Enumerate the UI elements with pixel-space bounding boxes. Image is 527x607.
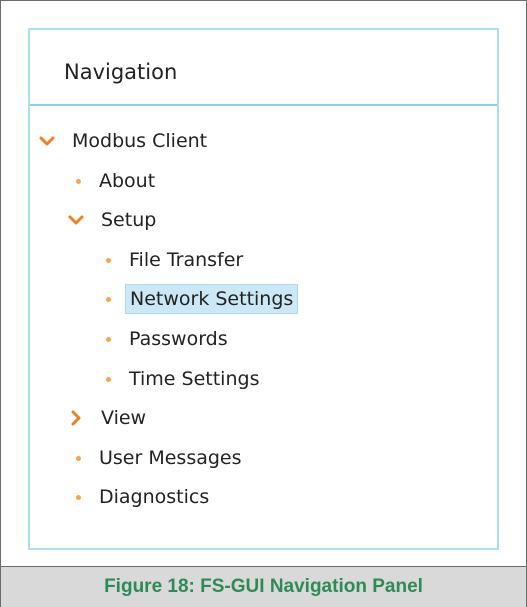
tree-item-user-messages[interactable]: User Messages [67,443,246,473]
tree-item-label: Setup [101,209,157,231]
navigation-panel: Navigation Modbus Client About Setup Fil… [28,28,499,550]
bullet-icon [106,296,111,302]
tree-item-label: Modbus Client [72,130,208,152]
tree-item-label: About [99,170,156,192]
figure-caption: Figure 18: FS-GUI Navigation Panel [104,576,423,597]
bullet-icon [106,336,111,342]
bullet-icon [106,376,111,382]
tree-item-setup[interactable]: Setup [67,205,160,235]
tree-item-time-settings[interactable]: Time Settings [97,364,263,394]
tree-item-label: View [101,407,147,429]
tree-item-label: User Messages [99,447,242,469]
tree-item-label: Network Settings [125,284,299,314]
panel-title: Navigation [64,60,178,84]
tree-item-file-transfer[interactable]: File Transfer [97,245,247,275]
panel-header: Navigation [30,30,497,106]
tree-item-modbus-client[interactable]: Modbus Client [38,126,211,156]
chevron-right-icon [71,410,81,426]
tree-item-label: Passwords [129,328,228,350]
figure-caption-bar: Figure 18: FS-GUI Navigation Panel [1,566,526,607]
tree-item-label: File Transfer [129,249,244,271]
tree-item-label: Diagnostics [99,486,210,508]
chevron-down-icon [68,215,84,225]
tree-item-passwords[interactable]: Passwords [97,324,232,354]
bullet-icon [76,494,81,500]
tree-item-view[interactable]: View [67,403,150,433]
tree-item-diagnostics[interactable]: Diagnostics [67,482,213,512]
tree-item-network-settings[interactable]: Network Settings [97,284,299,314]
bullet-icon [76,455,81,461]
tree-item-about[interactable]: About [67,166,159,196]
bullet-icon [106,257,111,263]
chevron-down-icon [39,136,55,146]
tree-item-label: Time Settings [129,368,260,390]
bullet-icon [76,178,81,184]
